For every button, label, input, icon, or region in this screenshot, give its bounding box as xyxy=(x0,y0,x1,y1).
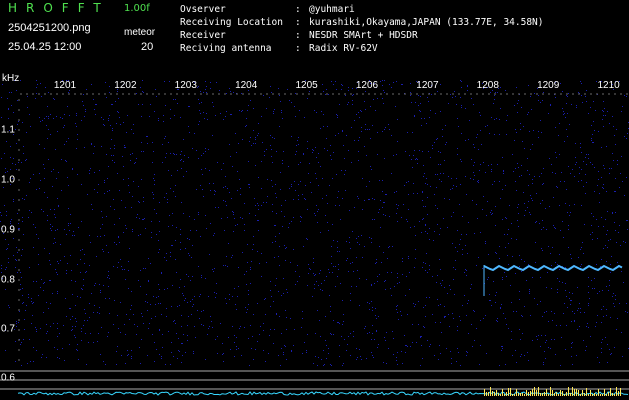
x-tick-label: 1201 xyxy=(53,80,77,91)
x-tick-label: 1209 xyxy=(537,80,560,91)
x-tick-label: 1204 xyxy=(235,80,258,91)
y-tick-label: 0.7 xyxy=(1,323,15,335)
x-tick-label: 1202 xyxy=(114,80,137,91)
y-tick-label: 0.8 xyxy=(1,274,15,286)
y-tick-label: 0.6 xyxy=(1,372,15,384)
spectrogram xyxy=(0,78,629,400)
y-tick-label: 0.9 xyxy=(1,224,15,236)
spectrogram-background xyxy=(0,78,629,400)
y-axis-unit: kHz xyxy=(2,73,20,84)
x-tick-label: 1205 xyxy=(295,80,318,91)
x-tick-label: 1206 xyxy=(355,80,379,91)
y-tick-label: 1.1 xyxy=(1,124,15,136)
x-tick-label: 1207 xyxy=(416,80,439,91)
x-tick-label: 1210 xyxy=(597,80,620,91)
y-tick-label: 1.0 xyxy=(1,174,15,186)
x-tick-label: 1203 xyxy=(174,80,197,91)
x-tick-label: 1208 xyxy=(476,80,499,91)
